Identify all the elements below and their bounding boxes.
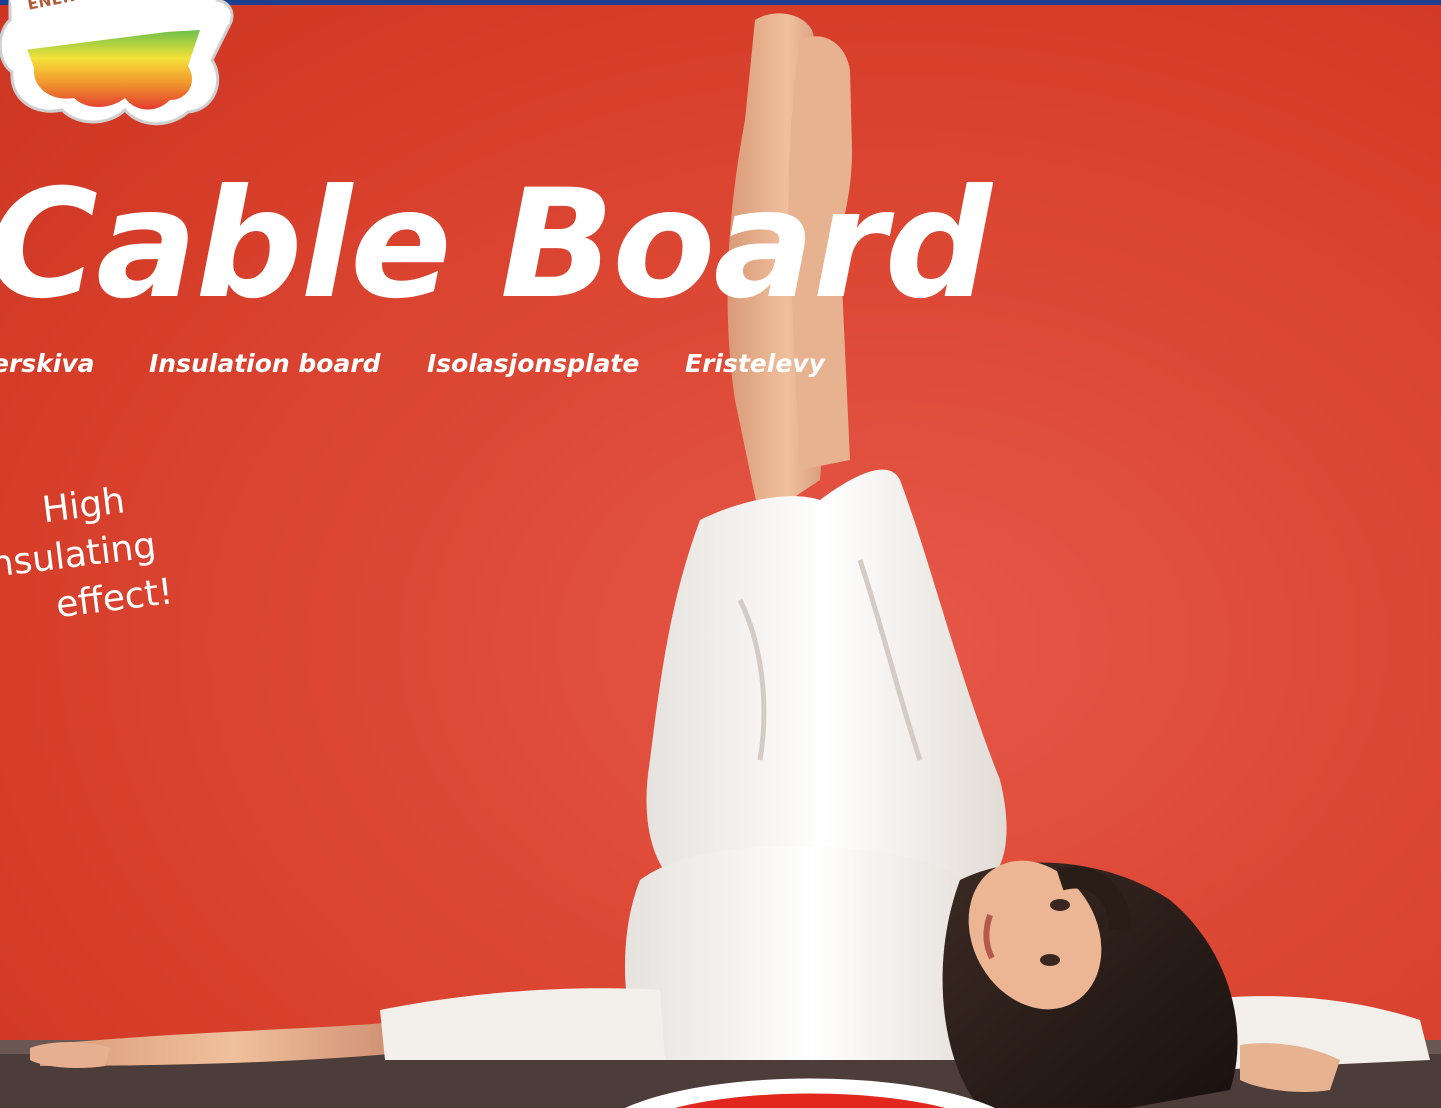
page-background: ENERGY SAVER® Cable Board erskiva Insula… — [0, 0, 1441, 1108]
subtitle-norwegian: Isolasjonsplate — [427, 349, 640, 378]
bottom-badge — [625, 1078, 995, 1108]
tagline: High nsulating effect! — [0, 467, 228, 638]
subtitle-finnish: Eristelevy — [685, 349, 825, 378]
subtitle-english: Insulation board — [149, 349, 381, 378]
subtitle-row: erskiva Insulation board Isolasjonsplate… — [0, 344, 1441, 384]
energy-saver-logo: ENERGY SAVER® — [0, 0, 240, 135]
subtitle-swedish: erskiva — [0, 349, 95, 378]
energy-saver-badge-icon — [0, 0, 234, 126]
page-title: Cable Board — [0, 158, 992, 332]
